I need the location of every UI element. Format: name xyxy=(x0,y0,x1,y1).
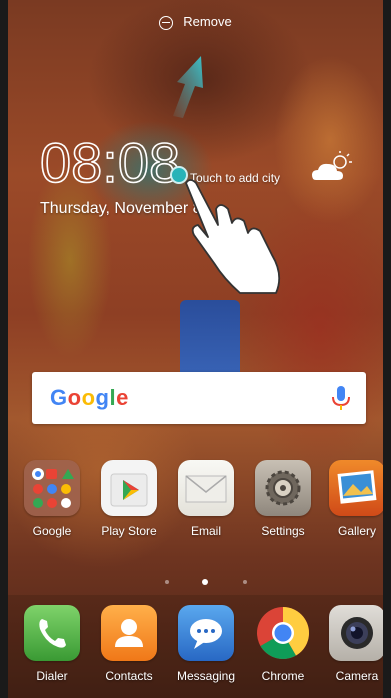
app-label: Play Store xyxy=(101,524,157,538)
page-dot[interactable] xyxy=(165,580,169,584)
google-logo: Google xyxy=(50,385,129,410)
remove-label: Remove xyxy=(183,14,232,29)
app-label: Dialer xyxy=(36,669,68,683)
page-dot-active[interactable] xyxy=(202,579,208,585)
google-folder-icon xyxy=(24,460,80,516)
google-search-bar[interactable]: Google xyxy=(32,372,366,424)
weather-cloud-icon[interactable] xyxy=(310,150,354,186)
app-label: Messaging xyxy=(176,669,236,683)
app-label: Settings xyxy=(261,524,305,538)
play-store-icon xyxy=(101,460,157,516)
drag-arrow-icon xyxy=(173,56,203,118)
page-dot[interactable] xyxy=(243,580,247,584)
remove-icon xyxy=(159,15,174,30)
app-label: Gallery xyxy=(337,524,376,538)
app-contacts[interactable]: Contacts xyxy=(90,605,168,683)
date-label: Thursday, November 8 xyxy=(40,200,202,217)
clock-time: 08:08 xyxy=(40,131,180,190)
app-messaging[interactable]: Messaging xyxy=(167,605,245,683)
app-label: Email xyxy=(190,524,221,538)
email-icon xyxy=(178,460,234,516)
app-chrome[interactable]: Chrome xyxy=(244,605,322,683)
app-label: Google xyxy=(32,524,72,538)
app-email[interactable]: Email xyxy=(167,460,245,538)
messaging-icon xyxy=(178,605,234,661)
chrome-icon xyxy=(255,605,311,661)
settings-icon xyxy=(255,460,311,516)
app-label: Camera xyxy=(335,669,379,683)
contacts-icon xyxy=(101,605,157,661)
home-screen: Remove 08:08 Thursday, November 8 Touch … xyxy=(0,0,391,698)
page-indicator xyxy=(0,578,391,586)
app-play-store[interactable]: Play Store xyxy=(90,460,168,538)
phone-icon xyxy=(24,605,80,661)
camera-icon xyxy=(329,605,385,661)
app-gallery[interactable]: Gallery xyxy=(318,460,391,538)
app-label: Contacts xyxy=(105,669,153,683)
app-google-folder[interactable]: Google xyxy=(13,460,91,538)
remove-drop-zone[interactable]: Remove xyxy=(0,14,391,30)
app-settings[interactable]: Settings xyxy=(244,460,322,538)
home-app-row: Google Play Store Email Settings Gallery xyxy=(0,460,391,550)
app-camera[interactable]: Camera xyxy=(318,605,391,683)
app-label: Chrome xyxy=(261,669,305,683)
app-dialer[interactable]: Dialer xyxy=(13,605,91,683)
microphone-icon[interactable] xyxy=(328,384,354,412)
dock-app-row: Dialer Contacts Messaging Chrome Camera xyxy=(0,605,391,695)
hand-gesture-icon xyxy=(185,179,281,294)
clock-widget[interactable]: 08:08 xyxy=(40,130,190,190)
gallery-icon xyxy=(329,460,385,516)
